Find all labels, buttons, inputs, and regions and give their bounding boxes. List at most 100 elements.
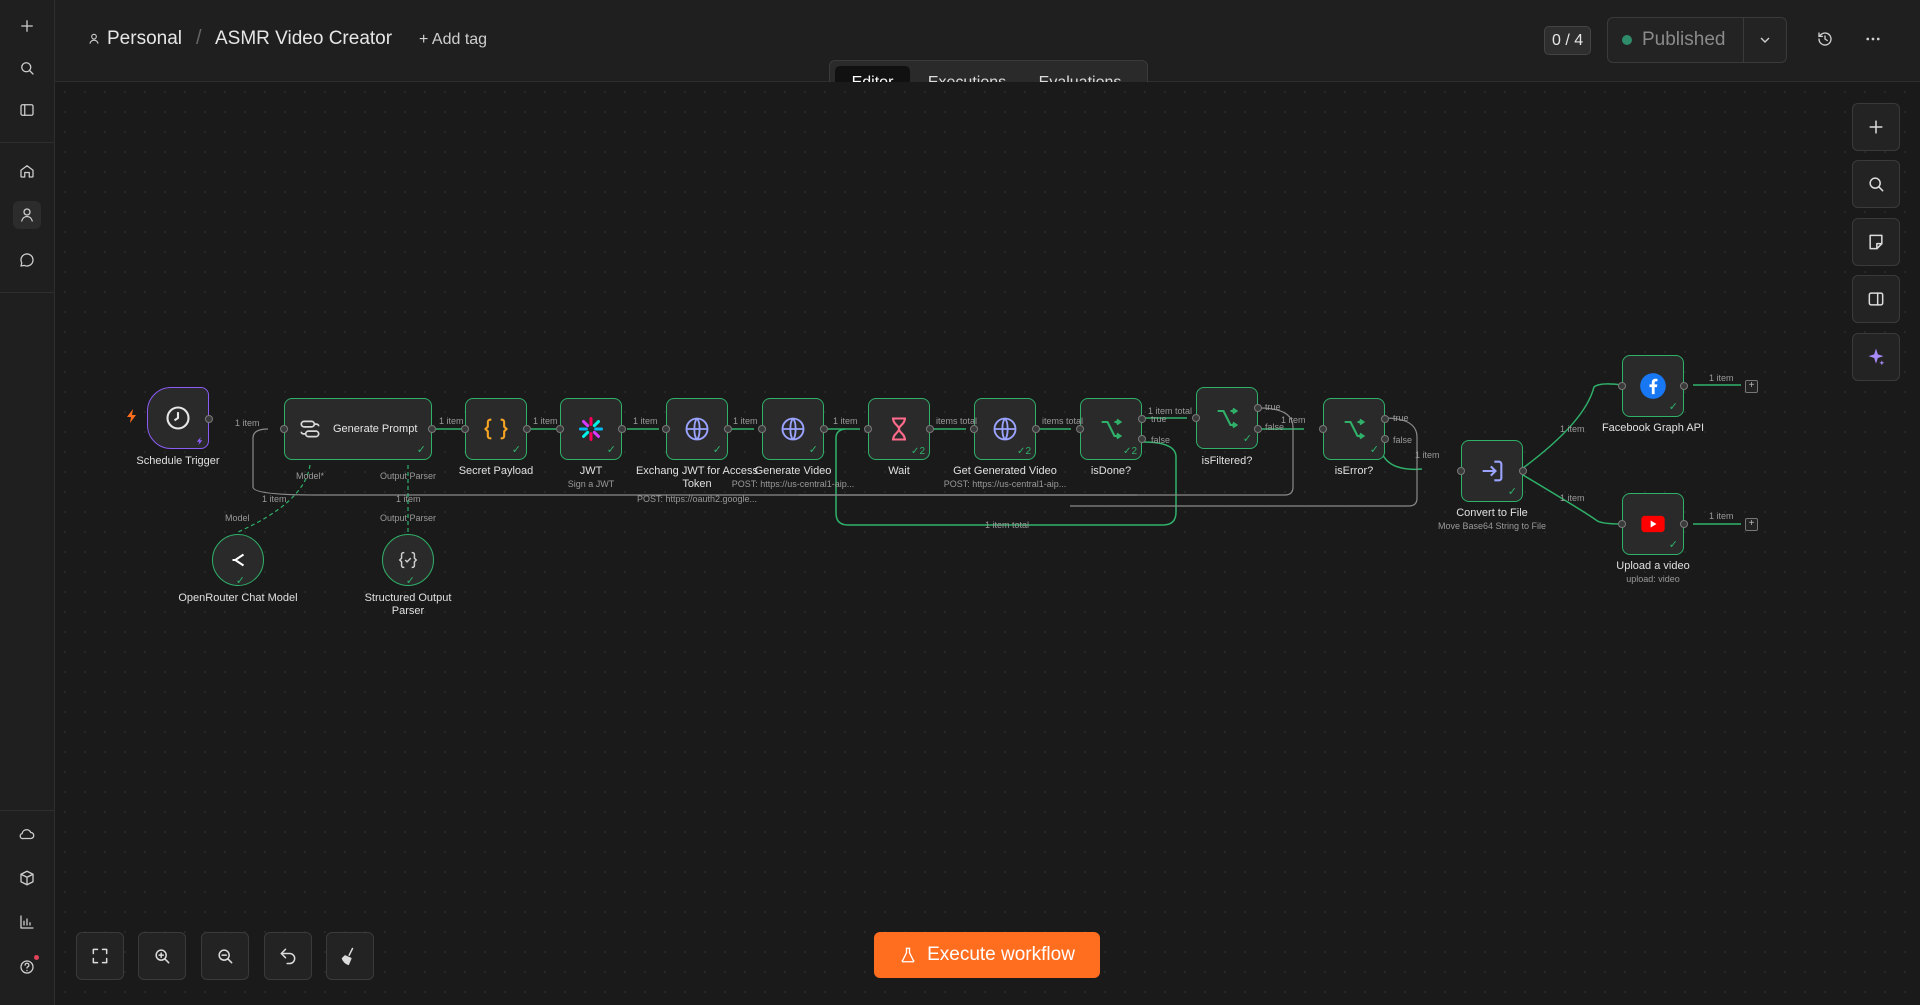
node-structured-output-parser[interactable]: ✓ <box>382 534 434 587</box>
sticky-note-button[interactable] <box>1852 218 1900 266</box>
project-name: Personal <box>107 28 182 49</box>
add-node-button[interactable]: + <box>1745 518 1758 531</box>
run-count-badge: ✓2 <box>1123 446 1137 457</box>
edge-label: true <box>1151 414 1167 424</box>
breadcrumb-separator: / <box>196 27 202 49</box>
check-icon: ✓ <box>1369 444 1379 456</box>
workflow-title[interactable]: ASMR Video Creator <box>215 28 392 50</box>
node-label: Schedule Trigger <box>136 455 220 467</box>
check-icon: ✓ <box>416 444 426 456</box>
check-icon: ✓ <box>511 444 521 456</box>
globe-icon <box>781 417 805 441</box>
history-icon[interactable] <box>1813 27 1837 51</box>
node-label: Convert to File <box>1456 507 1528 519</box>
undo-icon <box>280 948 296 965</box>
node-is-filtered[interactable]: ✓ <box>1196 387 1258 449</box>
status-dot <box>1622 35 1632 45</box>
node-secret-payload[interactable]: ✓ <box>465 398 527 460</box>
openrouter-icon <box>232 553 245 567</box>
fit-view-button[interactable] <box>76 932 124 980</box>
edge-label: 1 item <box>262 494 287 504</box>
run-count-badge: ✓2 <box>911 446 925 457</box>
tidy-up-button[interactable] <box>326 932 374 980</box>
node-label: Get Generated Video <box>953 465 1057 477</box>
version-counter[interactable]: 0 / 4 <box>1544 26 1592 55</box>
ai-assistant-button[interactable] <box>1852 333 1900 381</box>
publish-control: Published <box>1607 17 1787 63</box>
node-label: Upload a video <box>1616 560 1690 572</box>
node-is-error[interactable]: ✓ <box>1323 398 1385 460</box>
node-subtitle: upload: video <box>1626 574 1680 584</box>
help-icon[interactable] <box>13 953 41 981</box>
search-nodes-button[interactable] <box>1852 160 1900 208</box>
check-icon: ✓ <box>606 444 616 456</box>
check-icon: ✓ <box>235 575 245 587</box>
node-is-done[interactable]: ✓2 <box>1080 398 1142 460</box>
node-subtitle: POST: https://oauth2.google... <box>636 494 758 504</box>
zoom-in-button[interactable] <box>138 932 186 980</box>
user-icon[interactable] <box>13 201 41 229</box>
check-icon: ✓ <box>808 444 818 456</box>
node-get-generated-video[interactable]: ✓2 <box>974 398 1036 460</box>
status-label: Published <box>1642 29 1726 50</box>
breadcrumb-project[interactable]: Personal <box>87 28 182 50</box>
zoom-in-icon <box>155 949 170 964</box>
edge-label: 1 item <box>396 494 421 504</box>
node-jwt[interactable]: ✓ <box>560 398 622 460</box>
fullscreen-icon <box>92 948 108 964</box>
edge-label: 1 item <box>533 416 558 426</box>
publish-dropdown-button[interactable] <box>1743 18 1786 62</box>
edge-label: 1 item <box>1709 511 1734 521</box>
node-label: Facebook Graph API <box>1601 422 1705 434</box>
sidebar-toggle-icon[interactable] <box>13 96 41 124</box>
edge-label: true <box>1393 413 1409 423</box>
edge-label: 1 item <box>1560 424 1585 434</box>
insights-icon[interactable] <box>13 908 41 936</box>
edge-label: 1 item <box>1281 415 1306 425</box>
node-subtitle: Move Base64 String to File <box>1437 521 1547 531</box>
run-count-badge: ✓2 <box>1017 446 1031 457</box>
home-icon[interactable] <box>13 157 41 185</box>
workflow-canvas[interactable]: Schedule Trigger Generate Prompt ✓ ✓ Sec… <box>55 82 1920 1005</box>
edge-label: 1 item <box>1560 493 1585 503</box>
search-icon[interactable] <box>13 54 41 82</box>
agent-icon <box>300 420 320 438</box>
cloud-icon[interactable] <box>13 820 41 848</box>
node-exchange-jwt[interactable]: ✓ <box>666 398 728 460</box>
flask-icon <box>901 947 915 963</box>
edge-label: Output Parser <box>380 513 437 523</box>
node-label: OpenRouter Chat Model <box>178 592 298 604</box>
node-facebook-graph-api[interactable]: ✓ <box>1622 355 1684 417</box>
add-tag-button[interactable]: + Add tag <box>419 31 487 49</box>
edge-label: 1 item <box>833 416 858 426</box>
edge-label: 1 item <box>439 416 464 426</box>
node-label: Wait <box>888 465 910 477</box>
side-panel-button[interactable] <box>1852 275 1900 323</box>
edge-label: 1 item total <box>985 520 1030 530</box>
check-icon: ✓ <box>1242 433 1252 445</box>
edge-label: 1 item <box>1709 373 1734 383</box>
undo-button[interactable] <box>264 932 312 980</box>
node-generate-video[interactable]: ✓ <box>762 398 824 460</box>
add-node-button[interactable]: + <box>1745 380 1758 393</box>
add-node-panel-button[interactable] <box>1852 103 1900 151</box>
execute-workflow-button[interactable]: Execute workflow <box>874 932 1100 978</box>
node-schedule-trigger[interactable] <box>147 387 209 449</box>
published-button[interactable]: Published <box>1622 29 1725 51</box>
node-upload-video[interactable]: ✓ <box>1622 493 1684 555</box>
lightning-icon <box>127 409 136 423</box>
edge-label: 1 item <box>235 418 260 428</box>
node-subtitle: POST: https://us-central1-aip... <box>943 479 1067 489</box>
node-wait[interactable]: ✓2 <box>868 398 930 460</box>
globe-icon <box>993 417 1017 441</box>
trigger-bolt-icon <box>196 437 203 445</box>
zoom-out-button[interactable] <box>201 932 249 980</box>
templates-icon[interactable] <box>13 864 41 892</box>
edge-label: 1 item <box>733 416 758 426</box>
node-openrouter-chat-model[interactable]: ✓ <box>212 534 264 587</box>
node-generate-prompt[interactable]: Generate Prompt ✓ <box>284 398 432 460</box>
chat-icon[interactable] <box>13 246 41 274</box>
node-convert-to-file[interactable]: ✓ <box>1461 440 1523 502</box>
more-icon[interactable] <box>1861 27 1885 51</box>
plus-icon[interactable] <box>13 12 41 40</box>
